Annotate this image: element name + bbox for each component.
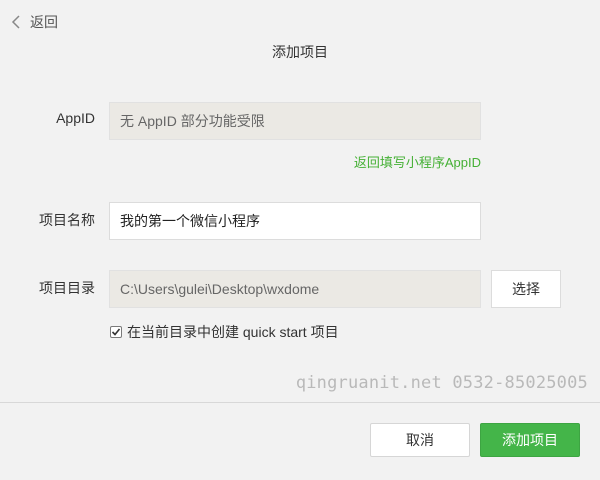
project-name-input[interactable]	[109, 202, 481, 240]
fill-appid-link[interactable]: 返回填写小程序AppID	[354, 152, 481, 171]
quickstart-option[interactable]: 在当前目录中创建 quick start 项目	[110, 323, 339, 341]
project-dir-label: 项目目录	[39, 280, 95, 296]
quickstart-label: 在当前目录中创建 quick start 项目	[127, 324, 339, 340]
page-title: 添加项目	[272, 44, 328, 60]
checkmark-icon	[111, 328, 121, 336]
watermark-text: qingruanit.net 0532-85025005	[295, 373, 588, 393]
back-button[interactable]: 返回	[10, 12, 58, 32]
appid-label: AppID	[56, 110, 95, 126]
quickstart-checkbox[interactable]	[110, 326, 122, 338]
footer-divider	[0, 402, 600, 403]
cancel-button[interactable]: 取消	[370, 423, 470, 457]
chevron-left-icon	[10, 12, 24, 32]
add-project-button[interactable]: 添加项目	[480, 423, 580, 457]
back-label: 返回	[30, 14, 58, 30]
choose-dir-button[interactable]: 选择	[491, 270, 561, 308]
project-dir-field: C:\Users\gulei\Desktop\wxdome	[109, 270, 481, 308]
project-name-label: 项目名称	[39, 212, 95, 228]
appid-field: 无 AppID 部分功能受限	[109, 102, 481, 140]
